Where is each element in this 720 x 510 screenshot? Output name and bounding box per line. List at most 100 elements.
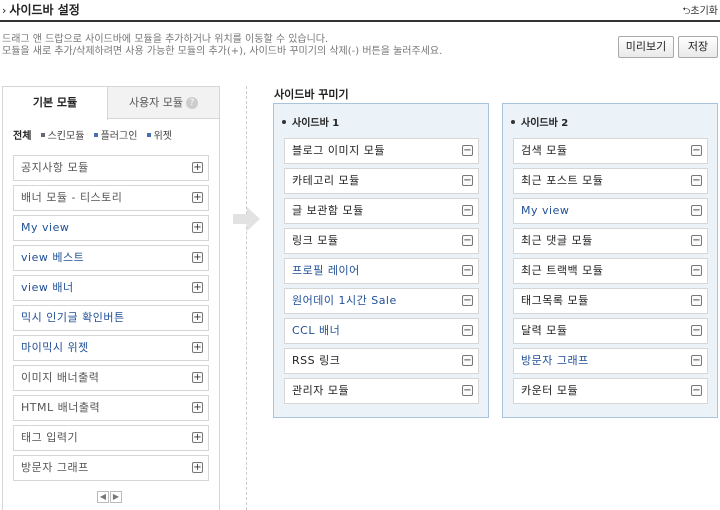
add-module-button[interactable]: + [192, 282, 203, 293]
remove-module-button[interactable]: − [462, 355, 473, 366]
list-item[interactable]: 마이믹시 위젯 + [13, 335, 209, 361]
page-title-text: 사이드바 설정 [9, 3, 80, 17]
square-bullet-icon [40, 133, 45, 137]
list-item[interactable]: HTML 배너출력 + [13, 395, 209, 421]
list-item[interactable]: 프로필 레이어 − [284, 258, 479, 284]
list-item[interactable]: 방문자 그래프 + [13, 455, 209, 481]
preview-button[interactable]: 미리보기 [618, 36, 674, 58]
list-item[interactable]: 글 보관함 모듈 − [284, 198, 479, 224]
sidebar-2-label: 사이드바 2 [521, 118, 569, 129]
module-name: 태그목록 모듈 [521, 294, 589, 307]
list-item[interactable]: 최근 댓글 모듈 − [513, 228, 708, 254]
list-item[interactable]: 태그 입력기 + [13, 425, 209, 451]
module-name: 원어데이 1시간 Sale [292, 294, 397, 307]
filter-all[interactable]: 전체 [13, 127, 31, 142]
filter-widget-label: 위젯 [153, 131, 172, 142]
help-icon[interactable]: ? [186, 97, 199, 109]
module-name: 배너 모듈 - 티스토리 [21, 191, 123, 204]
module-name: RSS 링크 [292, 354, 341, 367]
list-item[interactable]: 이미지 배너출력 + [13, 365, 209, 391]
remove-module-button[interactable]: − [691, 325, 702, 336]
remove-module-button[interactable]: − [462, 325, 473, 336]
filter-widget[interactable]: 위젯 [146, 127, 172, 142]
module-name: view 배너 [21, 281, 74, 294]
remove-module-button[interactable]: − [691, 235, 702, 246]
arrow-right-icon [233, 207, 260, 231]
module-name: 방문자 그래프 [521, 354, 589, 367]
remove-module-button[interactable]: − [691, 205, 702, 216]
remove-module-button[interactable]: − [691, 295, 702, 306]
description-line-1: 드래그 앤 드랍으로 사이드바에 모듈을 추가하거나 위치를 이동할 수 있습니… [2, 34, 329, 45]
remove-module-button[interactable]: − [462, 175, 473, 186]
list-item[interactable]: My view + [13, 215, 209, 241]
module-filters: 전체 스킨모듈 플러그인 위젯 [13, 127, 213, 143]
remove-module-button[interactable]: − [691, 265, 702, 276]
remove-module-button[interactable]: − [691, 175, 702, 186]
module-name: 방문자 그래프 [21, 461, 89, 474]
list-item[interactable]: 믹시 인기글 확인버튼 + [13, 305, 209, 331]
remove-module-button[interactable]: − [462, 145, 473, 156]
remove-module-button[interactable]: − [462, 295, 473, 306]
prev-page-button[interactable]: ◀ [97, 491, 109, 503]
add-module-button[interactable]: + [192, 192, 203, 203]
add-module-button[interactable]: + [192, 432, 203, 443]
add-module-button[interactable]: + [192, 402, 203, 413]
list-item[interactable]: 블로그 이미지 모듈 − [284, 138, 479, 164]
list-item[interactable]: 태그목록 모듈 − [513, 288, 708, 314]
remove-module-button[interactable]: − [691, 355, 702, 366]
remove-module-button[interactable]: − [462, 205, 473, 216]
list-item[interactable]: 관리자 모듈 − [284, 378, 479, 404]
list-item[interactable]: 원어데이 1시간 Sale − [284, 288, 479, 314]
list-item[interactable]: 최근 트랙백 모듈 − [513, 258, 708, 284]
remove-module-button[interactable]: − [462, 235, 473, 246]
page-title: › 사이드바 설정 [2, 1, 80, 18]
tab-basic-modules[interactable]: 기본 모듈 [3, 87, 108, 120]
description-line-2: 모듈을 새로 추가/삭제하려면 사용 가능한 모듈의 추가(+), 사이드바 꾸… [2, 46, 443, 57]
add-module-button[interactable]: + [192, 462, 203, 473]
list-item[interactable]: 배너 모듈 - 티스토리 + [13, 185, 209, 211]
list-item[interactable]: My view − [513, 198, 708, 224]
tab-user-modules[interactable]: 사용자 모듈? [108, 87, 219, 119]
list-item[interactable]: 링크 모듈 − [284, 228, 479, 254]
list-item[interactable]: 검색 모듈 − [513, 138, 708, 164]
list-item[interactable]: view 배너 + [13, 275, 209, 301]
list-item[interactable]: 공지사항 모듈 + [13, 155, 209, 181]
list-item[interactable]: CCL 배너 − [284, 318, 479, 344]
list-item[interactable]: view 베스트 + [13, 245, 209, 271]
module-name: CCL 배너 [292, 324, 341, 337]
add-module-button[interactable]: + [192, 162, 203, 173]
remove-module-button[interactable]: − [462, 385, 473, 396]
module-name: 카테고리 모듈 [292, 174, 360, 187]
add-module-button[interactable]: + [192, 222, 203, 233]
tab-user-label: 사용자 모듈 [128, 96, 184, 109]
list-item[interactable]: 달력 모듈 − [513, 318, 708, 344]
remove-module-button[interactable]: − [691, 385, 702, 396]
save-button[interactable]: 저장 [678, 36, 718, 58]
add-module-button[interactable]: + [192, 372, 203, 383]
add-module-button[interactable]: + [192, 312, 203, 323]
panel-divider [246, 86, 247, 510]
add-module-button[interactable]: + [192, 342, 203, 353]
reset-label: 초기화 [690, 6, 718, 17]
remove-module-button[interactable]: − [462, 265, 473, 276]
module-name: 최근 포스트 모듈 [521, 174, 604, 187]
list-item[interactable]: 카운터 모듈 − [513, 378, 708, 404]
module-name: 카운터 모듈 [521, 384, 579, 397]
list-item[interactable]: 카테고리 모듈 − [284, 168, 479, 194]
list-item[interactable]: 최근 포스트 모듈 − [513, 168, 708, 194]
next-page-button[interactable]: ▶ [110, 491, 122, 503]
list-item[interactable]: 방문자 그래프 − [513, 348, 708, 374]
filter-skin[interactable]: 스킨모듈 [40, 127, 84, 142]
module-name: 최근 트랙백 모듈 [521, 264, 604, 277]
module-name: 링크 모듈 [292, 234, 339, 247]
add-module-button[interactable]: + [192, 252, 203, 263]
list-item[interactable]: RSS 링크 − [284, 348, 479, 374]
reset-link[interactable]: ⮌초기화 [682, 2, 718, 21]
remove-module-button[interactable]: − [691, 145, 702, 156]
sidebar-1-module-list: 블로그 이미지 모듈 − 카테고리 모듈 − 글 보관함 모듈 − 링크 모듈 − 프로… [284, 138, 479, 408]
available-module-list: 공지사항 모듈 + 배너 모듈 - 티스토리 + My view + view 베스트… [13, 155, 209, 485]
decorate-title: 사이드바 꾸미기 [274, 88, 349, 101]
filter-plugin[interactable]: 플러그인 [93, 127, 137, 142]
bullet-icon [282, 120, 286, 124]
header-bar: › 사이드바 설정 ⮌초기화 [0, 0, 720, 22]
